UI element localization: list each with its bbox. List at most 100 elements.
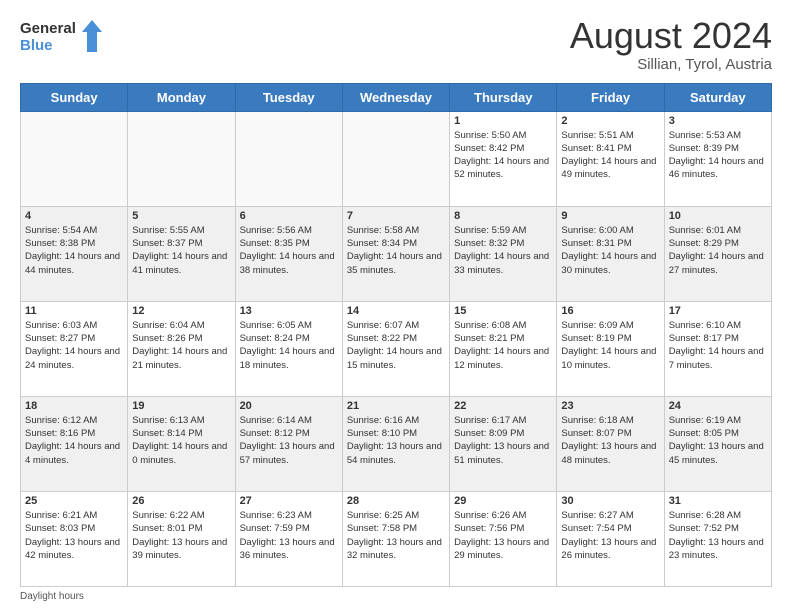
day-cell: 1 Sunrise: 5:50 AM Sunset: 8:42 PM Daylig… [450, 111, 557, 206]
calendar-table: Sunday Monday Tuesday Wednesday Thursday… [20, 83, 772, 587]
day-number: 5 [132, 210, 230, 222]
day-info: Sunrise: 6:00 AM Sunset: 8:31 PM Dayligh… [561, 224, 659, 277]
title-block: August 2024 Sillian, Tyrol, Austria [570, 16, 772, 73]
day-info: Sunrise: 6:01 AM Sunset: 8:29 PM Dayligh… [669, 224, 767, 277]
day-cell: 5 Sunrise: 5:55 AM Sunset: 8:37 PM Daylig… [128, 206, 235, 301]
day-number: 22 [454, 400, 552, 412]
day-cell: 13 Sunrise: 6:05 AM Sunset: 8:24 PM Dayli… [235, 301, 342, 396]
day-info: Sunrise: 6:05 AM Sunset: 8:24 PM Dayligh… [240, 319, 338, 372]
day-number: 3 [669, 115, 767, 127]
col-sunday: Sunday [21, 83, 128, 111]
day-number: 26 [132, 495, 230, 507]
day-info: Sunrise: 6:10 AM Sunset: 8:17 PM Dayligh… [669, 319, 767, 372]
col-wednesday: Wednesday [342, 83, 449, 111]
day-number: 21 [347, 400, 445, 412]
month-title: August 2024 [570, 16, 772, 56]
col-thursday: Thursday [450, 83, 557, 111]
day-number: 24 [669, 400, 767, 412]
day-info: Sunrise: 5:56 AM Sunset: 8:35 PM Dayligh… [240, 224, 338, 277]
day-cell: 15 Sunrise: 6:08 AM Sunset: 8:21 PM Dayli… [450, 301, 557, 396]
day-cell [21, 111, 128, 206]
day-cell: 8 Sunrise: 5:59 AM Sunset: 8:32 PM Daylig… [450, 206, 557, 301]
day-number: 23 [561, 400, 659, 412]
day-info: Sunrise: 5:50 AM Sunset: 8:42 PM Dayligh… [454, 129, 552, 182]
col-saturday: Saturday [664, 83, 771, 111]
location: Sillian, Tyrol, Austria [570, 56, 772, 73]
day-cell: 31 Sunrise: 6:28 AM Sunset: 7:52 PM Dayli… [664, 491, 771, 586]
col-friday: Friday [557, 83, 664, 111]
svg-text:General: General [20, 20, 76, 37]
day-cell: 23Sunrise: 6:18 AM Sunset: 8:07 PM Dayli… [557, 396, 664, 491]
day-info: Sunrise: 6:03 AM Sunset: 8:27 PM Dayligh… [25, 319, 123, 372]
day-cell: 6Sunrise: 5:56 AM Sunset: 8:35 PM Daylig… [235, 206, 342, 301]
day-number: 12 [132, 305, 230, 317]
week-row-5: 25 Sunrise: 6:21 AM Sunset: 8:03 PM Dayli… [21, 491, 772, 586]
day-cell: 11Sunrise: 6:03 AM Sunset: 8:27 PM Dayli… [21, 301, 128, 396]
day-number: 29 [454, 495, 552, 507]
day-number: 17 [669, 305, 767, 317]
day-info: Sunrise: 6:26 AM Sunset: 7:56 PM Dayligh… [454, 509, 552, 562]
day-cell: 9 Sunrise: 6:00 AM Sunset: 8:31 PM Daylig… [557, 206, 664, 301]
day-cell: 30Sunrise: 6:27 AM Sunset: 7:54 PM Dayli… [557, 491, 664, 586]
day-number: 31 [669, 495, 767, 507]
day-info: Sunrise: 6:28 AM Sunset: 7:52 PM Dayligh… [669, 509, 767, 562]
week-row-2: 4 Sunrise: 5:54 AM Sunset: 8:38 PM Daylig… [21, 206, 772, 301]
day-cell: 3 Sunrise: 5:53 AM Sunset: 8:39 PM Daylig… [664, 111, 771, 206]
day-number: 9 [561, 210, 659, 222]
col-tuesday: Tuesday [235, 83, 342, 111]
day-number: 4 [25, 210, 123, 222]
day-info: Sunrise: 6:08 AM Sunset: 8:21 PM Dayligh… [454, 319, 552, 372]
day-info: Sunrise: 6:13 AM Sunset: 8:14 PM Dayligh… [132, 414, 230, 467]
day-info: Sunrise: 5:58 AM Sunset: 8:34 PM Dayligh… [347, 224, 445, 277]
day-cell: 4 Sunrise: 5:54 AM Sunset: 8:38 PM Daylig… [21, 206, 128, 301]
day-cell: 2 Sunrise: 5:51 AM Sunset: 8:41 PM Daylig… [557, 111, 664, 206]
day-info: Sunrise: 5:59 AM Sunset: 8:32 PM Dayligh… [454, 224, 552, 277]
day-info: Sunrise: 6:23 AM Sunset: 7:59 PM Dayligh… [240, 509, 338, 562]
page: General Blue August 2024 Sillian, Tyrol,… [0, 0, 792, 612]
header-row: Sunday Monday Tuesday Wednesday Thursday… [21, 83, 772, 111]
day-info: Sunrise: 5:55 AM Sunset: 8:37 PM Dayligh… [132, 224, 230, 277]
col-monday: Monday [128, 83, 235, 111]
day-cell: 20Sunrise: 6:14 AM Sunset: 8:12 PM Dayli… [235, 396, 342, 491]
day-cell: 25 Sunrise: 6:21 AM Sunset: 8:03 PM Dayli… [21, 491, 128, 586]
footer-note: Daylight hours [20, 591, 772, 602]
day-number: 10 [669, 210, 767, 222]
day-info: Sunrise: 6:25 AM Sunset: 7:58 PM Dayligh… [347, 509, 445, 562]
day-number: 15 [454, 305, 552, 317]
day-number: 8 [454, 210, 552, 222]
day-info: Sunrise: 6:19 AM Sunset: 8:05 PM Dayligh… [669, 414, 767, 467]
day-info: Sunrise: 6:07 AM Sunset: 8:22 PM Dayligh… [347, 319, 445, 372]
day-number: 25 [25, 495, 123, 507]
day-cell: 19Sunrise: 6:13 AM Sunset: 8:14 PM Dayli… [128, 396, 235, 491]
day-info: Sunrise: 5:54 AM Sunset: 8:38 PM Dayligh… [25, 224, 123, 277]
day-cell: 18 Sunrise: 6:12 AM Sunset: 8:16 PM Dayli… [21, 396, 128, 491]
logo-svg: General Blue [20, 16, 110, 58]
day-cell: 10 Sunrise: 6:01 AM Sunset: 8:29 PM Dayli… [664, 206, 771, 301]
day-info: Sunrise: 6:14 AM Sunset: 8:12 PM Dayligh… [240, 414, 338, 467]
day-number: 18 [25, 400, 123, 412]
day-number: 13 [240, 305, 338, 317]
day-cell: 24 Sunrise: 6:19 AM Sunset: 8:05 PM Dayli… [664, 396, 771, 491]
day-info: Sunrise: 5:53 AM Sunset: 8:39 PM Dayligh… [669, 129, 767, 182]
day-number: 16 [561, 305, 659, 317]
day-info: Sunrise: 6:17 AM Sunset: 8:09 PM Dayligh… [454, 414, 552, 467]
day-info: Sunrise: 6:12 AM Sunset: 8:16 PM Dayligh… [25, 414, 123, 467]
day-cell: 14Sunrise: 6:07 AM Sunset: 8:22 PM Dayli… [342, 301, 449, 396]
day-cell: 28Sunrise: 6:25 AM Sunset: 7:58 PM Dayli… [342, 491, 449, 586]
day-cell: 21Sunrise: 6:16 AM Sunset: 8:10 PM Dayli… [342, 396, 449, 491]
header: General Blue August 2024 Sillian, Tyrol,… [20, 16, 772, 73]
day-cell: 17 Sunrise: 6:10 AM Sunset: 8:17 PM Dayli… [664, 301, 771, 396]
week-row-3: 11Sunrise: 6:03 AM Sunset: 8:27 PM Dayli… [21, 301, 772, 396]
day-info: Sunrise: 6:22 AM Sunset: 8:01 PM Dayligh… [132, 509, 230, 562]
day-info: Sunrise: 6:21 AM Sunset: 8:03 PM Dayligh… [25, 509, 123, 562]
svg-text:Blue: Blue [20, 37, 53, 54]
day-cell: 29 Sunrise: 6:26 AM Sunset: 7:56 PM Dayli… [450, 491, 557, 586]
day-number: 1 [454, 115, 552, 127]
day-info: Sunrise: 5:51 AM Sunset: 8:41 PM Dayligh… [561, 129, 659, 182]
day-number: 27 [240, 495, 338, 507]
day-number: 2 [561, 115, 659, 127]
day-number: 7 [347, 210, 445, 222]
day-number: 30 [561, 495, 659, 507]
logo: General Blue [20, 16, 110, 58]
day-cell [342, 111, 449, 206]
